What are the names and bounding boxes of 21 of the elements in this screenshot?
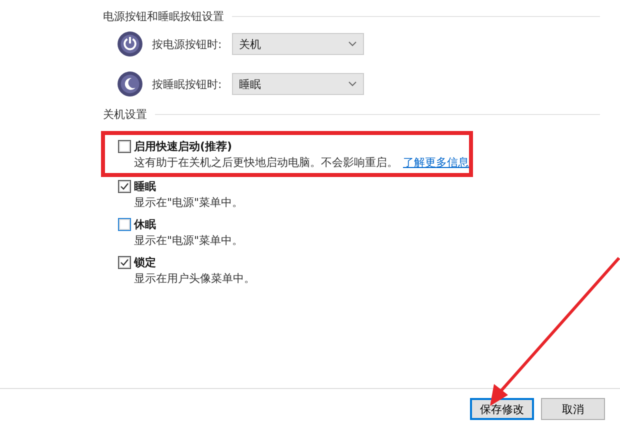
save-button[interactable]: 保存修改 — [470, 398, 534, 420]
setting-label: 按电源按钮时: — [152, 36, 223, 52]
option-description: 这有助于在关机之后更快地启动电脑。不会影响重启。 — [134, 156, 398, 169]
option-label: 睡眠 — [134, 179, 156, 194]
power-icon — [117, 31, 143, 57]
chevron-icon — [348, 41, 357, 47]
dropdown[interactable]: 睡眠 — [232, 73, 364, 95]
setting-label: 按睡眠按钮时: — [152, 76, 223, 92]
option-label: 启用快速启动(推荐) — [134, 139, 232, 154]
cancel-button[interactable]: 取消 — [541, 398, 605, 420]
option-label: 休眠 — [134, 217, 156, 232]
dropdown[interactable]: 关机 — [232, 33, 364, 55]
section-title: 关机设置 — [103, 106, 147, 122]
learn-more-link[interactable]: 了解更多信息 — [403, 156, 469, 169]
chevron-icon — [348, 81, 357, 87]
moon-icon — [117, 71, 143, 97]
option-description: 显示在"电源"菜单中。 — [134, 234, 244, 247]
option-description: 显示在"电源"菜单中。 — [134, 196, 244, 209]
option-description: 显示在用户头像菜单中。 — [134, 272, 255, 285]
section-title: 电源按钮和睡眠按钮设置 — [103, 8, 224, 24]
option-label: 锁定 — [134, 255, 156, 270]
